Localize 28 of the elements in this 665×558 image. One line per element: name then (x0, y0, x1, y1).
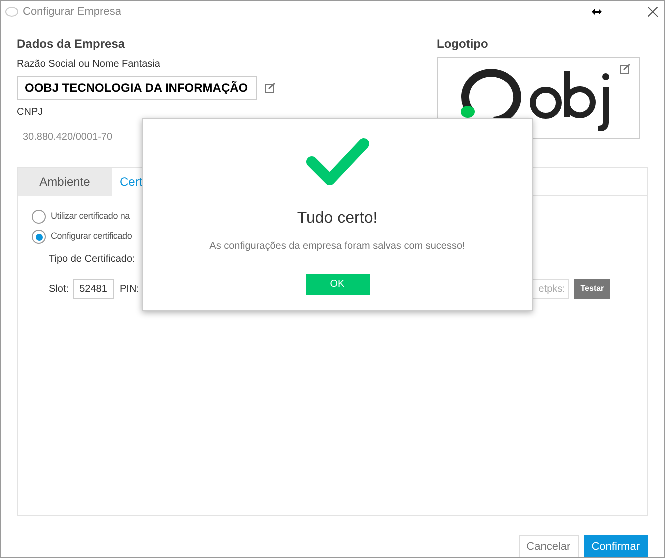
edit-icon[interactable] (265, 83, 276, 93)
checkmark-icon (304, 136, 370, 188)
slot-field[interactable]: 52481 (73, 279, 114, 299)
dialog-message: As configurações da empresa foram salvas com sucesso! (210, 240, 466, 254)
confirm-button[interactable]: Confirmar (584, 535, 648, 557)
section-heading: Dados da Empresa (17, 36, 126, 53)
edit-icon[interactable] (620, 64, 631, 74)
cnpj-value: 30.880.420/0001-70 (23, 131, 114, 145)
radio-button[interactable] (32, 230, 46, 244)
test-button[interactable]: Testar (574, 279, 610, 299)
field-label: Tipo de Certificado: (49, 253, 136, 267)
dialog-title: Tudo certo! (297, 209, 378, 229)
company-name-field[interactable]: OOBJ TECNOLOGIA DA INFORMAÇÃO (17, 76, 257, 100)
radio-label: Utilizar certificado na (51, 210, 130, 224)
field-label: PIN: (120, 282, 140, 296)
section-heading: Logotipo (437, 36, 490, 53)
resize-arrow-icon (592, 9, 602, 15)
field-label: CNPJ (17, 106, 44, 120)
close-icon[interactable] (648, 7, 658, 17)
field-label: Slot: (49, 282, 70, 296)
cancel-button[interactable]: Cancelar (518, 535, 579, 557)
window-title: Configurar Empresa (23, 4, 122, 20)
radio-label: Configurar certificado (51, 230, 132, 244)
tab[interactable]: Ambiente (18, 168, 112, 196)
app-icon (5, 6, 19, 18)
path-field[interactable]: etpks: (531, 279, 570, 299)
radio-button[interactable] (32, 210, 46, 224)
field-label: Razão Social ou Nome Fantasia (17, 58, 162, 72)
